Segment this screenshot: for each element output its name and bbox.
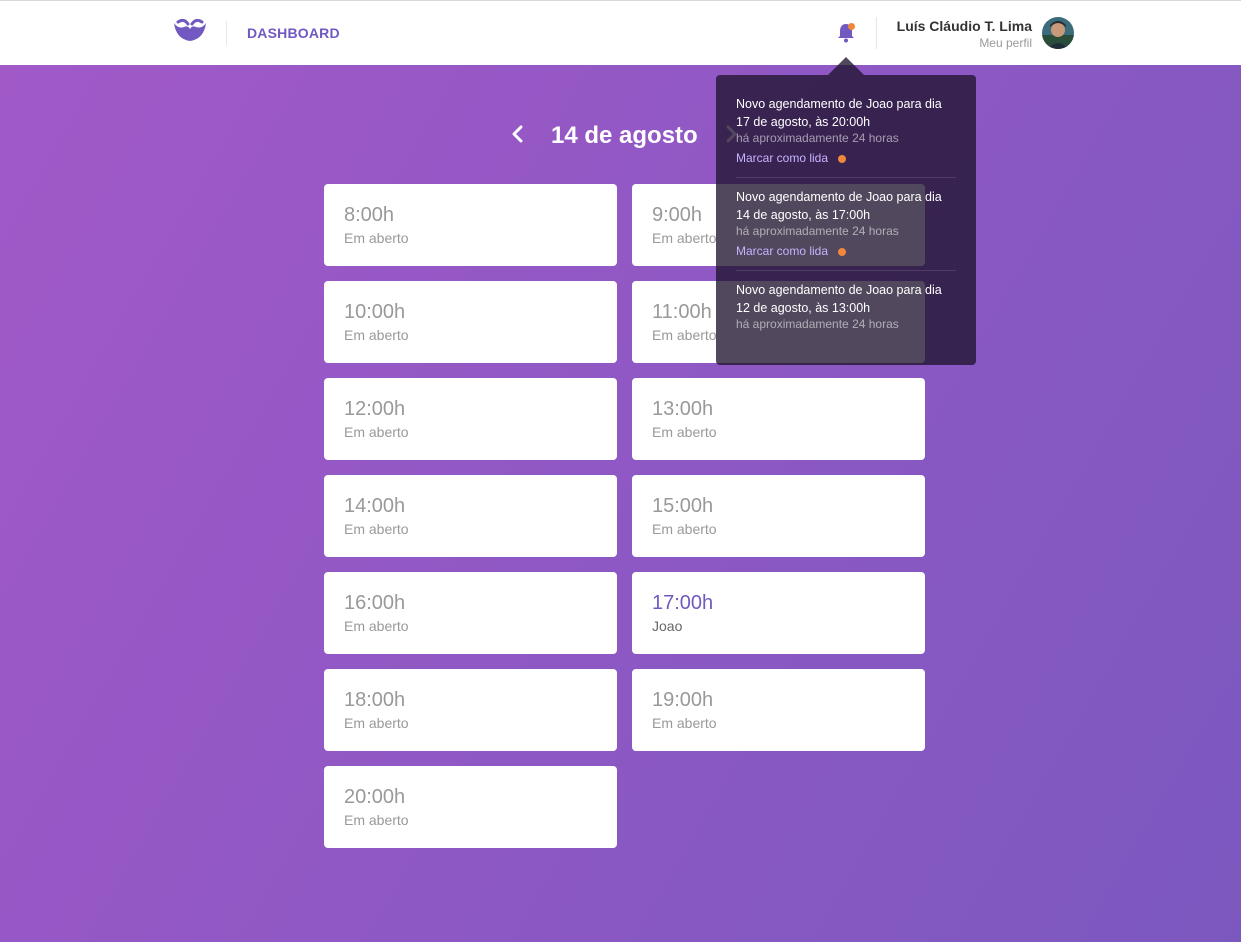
slot-time: 13:00h [652,398,714,420]
slot-client-name: Joao [652,618,683,634]
slot-time: 15:00h [652,495,714,517]
time-slot[interactable]: 12:00h Em aberto [324,378,617,460]
user-name: Luís Cláudio T. Lima [896,18,1032,34]
slot-status: Em aberto [652,521,717,537]
notification-item: Novo agendamento de Joao para dia 12 de … [736,271,956,342]
avatar-image [1042,17,1074,49]
notifications-popover: Novo agendamento de Joao para dia 17 de … [716,57,976,365]
avatar[interactable] [1042,17,1074,49]
header-divider [876,17,877,49]
time-slot-booked[interactable]: 17:00h Joao [632,572,925,654]
mustache-logo-icon[interactable] [172,19,208,47]
slot-time: 17:00h [652,592,714,614]
slot-status: Em aberto [344,715,409,731]
current-date: 14 de agosto [551,122,698,149]
notification-item: Novo agendamento de Joao para dia 17 de … [736,85,956,178]
time-slot[interactable]: 15:00h Em aberto [632,475,925,557]
mark-as-read-button[interactable]: Marcar como lida [736,151,847,165]
time-slot[interactable]: 10:00h Em aberto [324,281,617,363]
notification-time: há aproximadamente 24 horas [736,224,899,238]
slot-status: Em aberto [344,327,409,343]
day-navigator: 14 de agosto [0,118,1241,152]
notification-message: Novo agendamento de Joao para dia 12 de … [736,283,942,315]
slot-time: 16:00h [344,592,406,614]
time-slot[interactable]: 20:00h Em aberto [324,766,617,848]
slot-time: 18:00h [344,689,406,711]
slot-time: 8:00h [344,204,395,226]
profile-link[interactable]: Meu perfil [979,36,1032,50]
time-slot[interactable]: 19:00h Em aberto [632,669,925,751]
time-slot[interactable]: 18:00h Em aberto [324,669,617,751]
header-divider [226,21,227,45]
slot-time: 20:00h [344,786,406,808]
notification-message: Novo agendamento de Joao para dia 17 de … [736,97,942,129]
slot-status: Em aberto [344,424,409,440]
notifications-button[interactable] [836,22,856,44]
mark-as-read-button[interactable]: Marcar como lida [736,244,847,258]
slot-status: Em aberto [344,618,409,634]
dashboard-link[interactable]: DASHBOARD [247,25,340,41]
slot-status: Em aberto [652,715,717,731]
popover-caret [828,57,864,75]
notification-message: Novo agendamento de Joao para dia 14 de … [736,190,942,222]
time-slot[interactable]: 13:00h Em aberto [632,378,925,460]
slot-time: 10:00h [344,301,406,323]
slot-status: Em aberto [344,230,409,246]
slot-time: 12:00h [344,398,406,420]
time-slot[interactable]: 8:00h Em aberto [324,184,617,266]
slot-time: 19:00h [652,689,714,711]
slot-status: Em aberto [344,521,409,537]
unread-badge [848,23,855,30]
slot-time: 14:00h [344,495,406,517]
slot-status: Em aberto [652,424,717,440]
notification-time: há aproximadamente 24 horas [736,317,899,331]
time-slot[interactable]: 16:00h Em aberto [324,572,617,654]
app-header: DASHBOARD Luís Cláudio T. Lima Meu perfi… [0,1,1241,65]
slot-status: Em aberto [344,812,409,828]
chevron-left-icon[interactable] [509,122,527,146]
notification-time: há aproximadamente 24 horas [736,131,899,145]
notification-item: Novo agendamento de Joao para dia 14 de … [736,178,956,271]
time-slot[interactable]: 14:00h Em aberto [324,475,617,557]
